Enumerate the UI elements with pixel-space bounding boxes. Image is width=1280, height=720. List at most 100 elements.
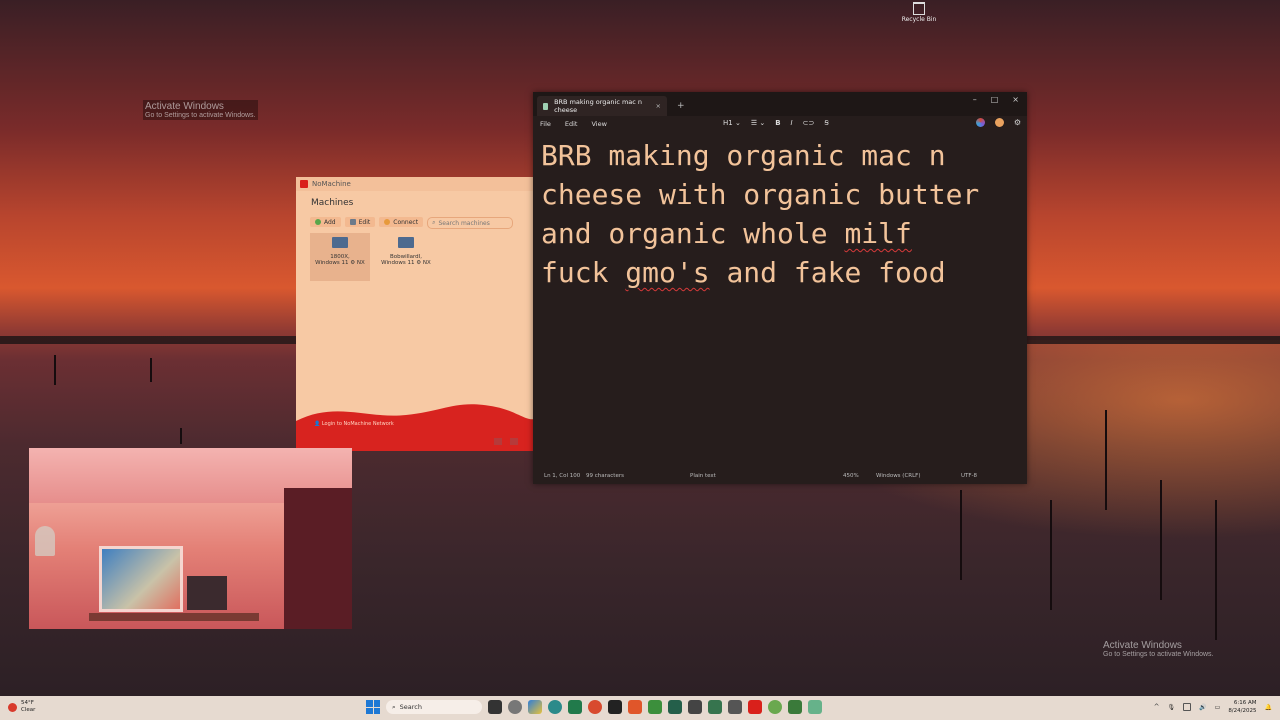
notepad-text-area[interactable]: BRB making organic mac n cheese with orga…	[541, 136, 1017, 292]
terminal-icon[interactable]	[608, 700, 622, 714]
system-clock[interactable]: 6:16 AM 8/24/2025	[1228, 699, 1256, 715]
add-label: Add	[324, 218, 336, 226]
weather-icon	[8, 702, 17, 712]
nomachine-taskbar-icon[interactable]	[748, 700, 762, 714]
activation-watermark: Activate Windows Go to Settings to activ…	[143, 100, 258, 120]
link-icon[interactable]: ⊂⊃	[803, 119, 815, 127]
edge-browser-icon[interactable]	[548, 700, 562, 714]
monitor-icon	[332, 237, 348, 248]
windows-start-icon[interactable]	[366, 700, 380, 714]
zoom-level[interactable]: 450%	[843, 473, 859, 479]
footer-button-icon[interactable]	[494, 438, 502, 445]
heading-label: H1	[723, 119, 733, 127]
wallpaper-pole	[180, 428, 182, 444]
text-segment: and organic whole	[541, 217, 845, 250]
machine-protocol: NX	[422, 260, 431, 266]
activation-title: Activate Windows	[145, 101, 224, 112]
checkbox-app-icon[interactable]	[728, 700, 742, 714]
settings-gear-icon[interactable]: ⚙	[1014, 118, 1021, 127]
maximize-icon[interactable]: □	[991, 95, 999, 104]
notepad-tab[interactable]: BRB making organic mac n cheese ×	[537, 96, 667, 116]
text-line: BRB making organic mac n	[541, 139, 946, 172]
folder-app-icon[interactable]	[708, 700, 722, 714]
recycle-bin-icon	[913, 2, 925, 15]
misspelled-word: milf	[844, 217, 912, 250]
green-app-icon[interactable]	[568, 700, 582, 714]
task-view-icon[interactable]	[488, 700, 502, 714]
chevron-up-icon[interactable]: ^	[1154, 703, 1160, 711]
format-toolbar: H1 ⌄ ☰ ⌄ B I ⊂⊃ Ꞩ	[723, 119, 829, 127]
minimize-icon[interactable]: –	[973, 95, 977, 104]
notepad-tabbar[interactable]: BRB making organic mac n cheese × + – □ …	[533, 92, 1027, 116]
lime-app-icon[interactable]	[768, 700, 782, 714]
weather-widget[interactable]: 54°F Clear	[8, 700, 35, 714]
monitor-icon	[398, 237, 414, 248]
line-ending[interactable]: Windows (CRLF)	[876, 473, 920, 479]
pen-app-icon[interactable]	[788, 700, 802, 714]
activation-watermark: Activate Windows Go to Settings to activ…	[1103, 640, 1214, 658]
microphone-icon[interactable]: 🎙	[1168, 704, 1176, 711]
encoding[interactable]: UTF-8	[961, 473, 977, 479]
red-app-icon[interactable]	[588, 700, 602, 714]
machine-os: Windows 11	[315, 260, 349, 266]
network-icon[interactable]	[1183, 703, 1192, 711]
machine-item[interactable]: 1800X, Windows 11 ⚙ NX	[310, 233, 370, 281]
grey-app-icon[interactable]	[688, 700, 702, 714]
close-tab-icon[interactable]: ×	[656, 102, 661, 110]
new-tab-icon[interactable]: +	[677, 101, 685, 111]
text-line: cheese with organic butter	[541, 178, 980, 211]
menu-file[interactable]: File	[540, 120, 551, 128]
webcam-wall-picture	[99, 546, 183, 612]
notepad-menubar: File Edit View H1 ⌄ ☰ ⌄ B I ⊂⊃ Ꞩ ⚙	[533, 116, 1027, 132]
tab-title: BRB making organic mac n cheese	[554, 98, 643, 114]
search-machines-input[interactable]: ⌕ Search machines	[427, 217, 514, 229]
text-mode[interactable]: Plain text	[690, 473, 716, 479]
edit-icon	[349, 219, 356, 225]
taskbar-search[interactable]: ⌕ Search	[386, 700, 482, 714]
notepad-window[interactable]: BRB making organic mac n cheese × + – □ …	[533, 92, 1027, 484]
wallpaper-pole	[1105, 410, 1107, 510]
taskbar-search-label: Search	[399, 703, 422, 711]
menu-view[interactable]: View	[591, 120, 606, 128]
heading-dropdown[interactable]: H1 ⌄	[723, 119, 741, 127]
character-count: 99 characters	[586, 473, 624, 479]
xbox-app-icon[interactable]	[648, 700, 662, 714]
wallpaper-pole	[1050, 500, 1052, 610]
add-button[interactable]: Add	[310, 217, 341, 227]
footer-button-icon[interactable]	[510, 438, 518, 445]
clock-date: 8/24/2025	[1228, 708, 1257, 714]
machine-list: 1800X, Windows 11 ⚙ NX BobwillardI, Wind…	[310, 233, 534, 281]
bold-button[interactable]: B	[775, 119, 780, 127]
close-icon[interactable]: ×	[1012, 95, 1019, 104]
nomachine-window[interactable]: NoMachine Machines Add Edit Connect ⌕ Se…	[296, 177, 534, 451]
nomachine-titlebar[interactable]: NoMachine	[296, 177, 534, 191]
misspelled-word: gmo's	[625, 256, 710, 289]
edit-button[interactable]: Edit	[344, 217, 376, 227]
dark-green-app-icon[interactable]	[668, 700, 682, 714]
menu-edit[interactable]: Edit	[565, 120, 578, 128]
webcam-overlay	[29, 448, 352, 629]
notepad-statusbar: Ln 1, Col 100 99 characters Plain text 4…	[533, 468, 1027, 484]
settings-app-icon[interactable]	[508, 700, 522, 714]
notepad-right-tools: ⚙	[975, 118, 1021, 127]
italic-button[interactable]: I	[791, 119, 793, 127]
machine-os: Windows 11	[381, 260, 415, 266]
photos-app-icon[interactable]	[528, 700, 542, 714]
account-avatar[interactable]	[994, 118, 1004, 127]
brave-browser-icon[interactable]	[628, 700, 642, 714]
list-dropdown-icon[interactable]: ☰ ⌄	[751, 119, 765, 127]
machine-item[interactable]: BobwillardI, Windows 11 ⚙ NX	[376, 233, 436, 281]
clear-format-icon[interactable]: Ꞩ	[824, 119, 828, 127]
notepad-taskbar-icon[interactable]	[808, 700, 822, 714]
copilot-icon[interactable]	[975, 118, 985, 127]
search-placeholder: Search machines	[438, 219, 490, 227]
wallpaper-pole	[1160, 480, 1162, 600]
network-login-link[interactable]: 👤 Login to NoMachine Network	[314, 421, 394, 427]
battery-icon[interactable]: ▭	[1215, 704, 1221, 711]
notepad-icon	[543, 102, 549, 110]
connect-button[interactable]: Connect	[379, 217, 424, 227]
recycle-bin-shortcut[interactable]: Recycle Bin	[897, 2, 941, 23]
volume-icon[interactable]: 🔊	[1199, 704, 1206, 711]
text-segment: and fake food	[709, 256, 946, 289]
notifications-icon[interactable]: 🔔	[1265, 704, 1272, 711]
